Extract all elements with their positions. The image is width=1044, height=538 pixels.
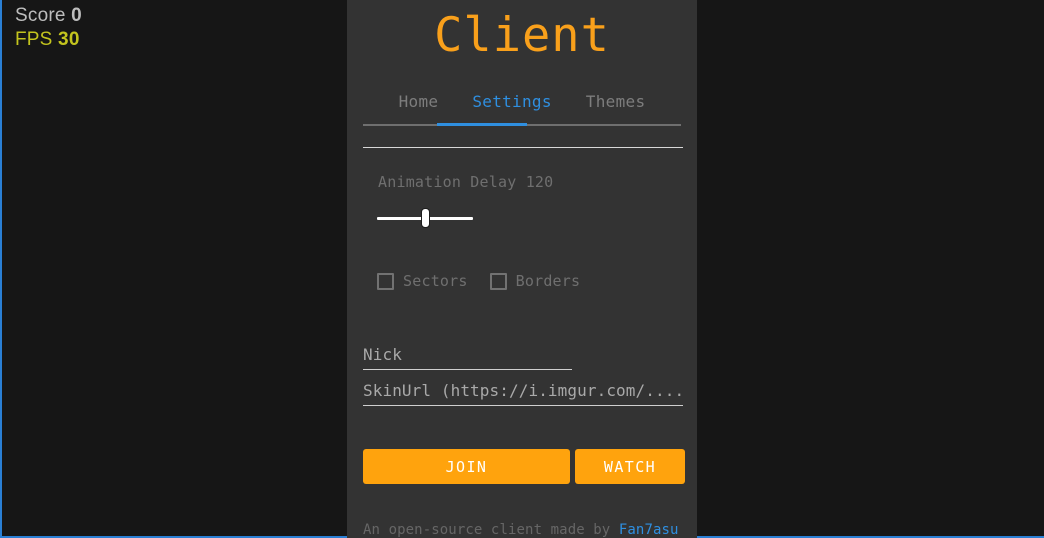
hud-fps: FPS 30 [15, 28, 82, 52]
watch-button[interactable]: WATCH [575, 449, 685, 484]
hud-fps-value: 30 [58, 29, 80, 51]
footer-credit: An open-source client made by Fan7asu [363, 522, 693, 538]
slider-thumb[interactable] [421, 208, 430, 228]
checkbox-sectors-label: Sectors [403, 272, 468, 290]
hud-score-value: 0 [71, 5, 82, 26]
nick-input[interactable] [363, 345, 572, 370]
footer-author-link[interactable]: Fan7asu [619, 522, 679, 538]
hud-score-label: Score [15, 5, 66, 26]
hud-overlay: Score 0 FPS 30 [15, 4, 82, 53]
menu-panel: Client Home Settings Themes Animation De… [347, 0, 697, 538]
section-divider [363, 147, 683, 148]
tab-bar: Home Settings Themes [363, 92, 681, 120]
hud-fps-label: FPS [15, 29, 53, 51]
hud-score: Score 0 [15, 4, 82, 28]
app-title: Client [434, 8, 610, 63]
tab-active-indicator [437, 123, 527, 126]
footer-credit-text: An open-source client made by [363, 522, 619, 538]
skin-url-input[interactable] [363, 381, 683, 406]
checkbox-sectors[interactable]: Sectors [377, 272, 468, 290]
checkbox-row: Sectors Borders [377, 272, 580, 290]
animation-delay-slider[interactable] [377, 207, 473, 229]
join-button[interactable]: JOIN [363, 449, 570, 484]
menu-panel-inner: Client Home Settings Themes Animation De… [347, 0, 697, 538]
checkbox-borders-label: Borders [515, 272, 581, 290]
checkbox-borders[interactable]: Borders [489, 272, 581, 290]
tab-themes[interactable]: Themes [586, 92, 646, 120]
checkbox-sectors-box[interactable] [377, 272, 394, 290]
tab-settings[interactable]: Settings [472, 92, 551, 120]
tab-home[interactable]: Home [399, 92, 439, 120]
animation-delay-label: Animation Delay 120 [378, 173, 554, 191]
checkbox-borders-box[interactable] [489, 272, 507, 290]
